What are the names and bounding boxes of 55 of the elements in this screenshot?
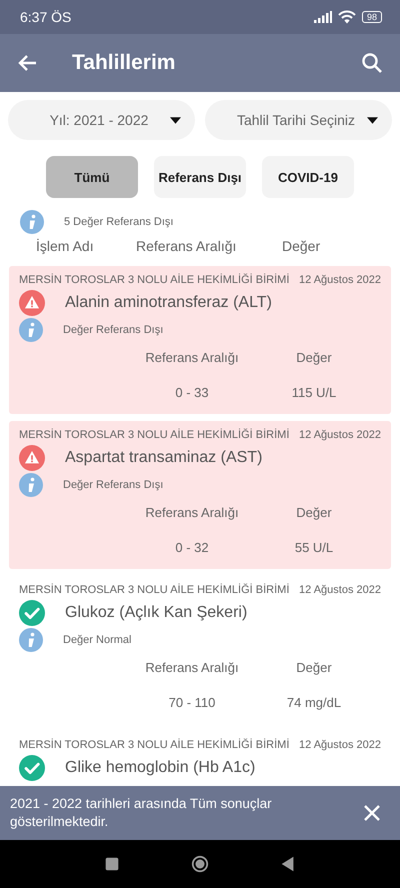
info-icon (19, 473, 43, 497)
info-icon (19, 318, 43, 342)
reference-range: 70 - 110 (168, 695, 216, 710)
result-value: 74 mg/dL (286, 695, 342, 710)
check-icon (19, 600, 45, 626)
dropdown-field[interactable]: Tahlil Tarihi Seçiniz (205, 100, 392, 140)
reference-range: 0 - 32 (174, 540, 210, 555)
result-value: 115 U/L (290, 385, 338, 400)
dropdown-field[interactable]: Yıl: 2021 - 2022 (8, 100, 195, 140)
result-date: 12 Ağustos 2022 (299, 584, 381, 596)
value-label: Değer (295, 350, 333, 365)
signal-icon (314, 11, 332, 23)
wifi-icon (338, 10, 356, 24)
column-header: Değer (282, 238, 320, 254)
result-value: 55 U/L (294, 540, 334, 555)
value-label: Değer (295, 505, 333, 520)
range-label: Referans Aralığı (144, 505, 240, 520)
filter-tab[interactable]: Tümü (46, 156, 138, 198)
status-time: 6:37 ÖS (20, 9, 72, 25)
search-icon[interactable] (360, 51, 384, 75)
facility-name: MERSİN TOROSLAR 3 NOLU AİLE HEKİMLİĞİ BİRİMİ (19, 274, 290, 286)
warning-icon (19, 290, 45, 316)
reference-range: 0 - 33 (174, 385, 210, 400)
recents-icon[interactable] (103, 855, 121, 873)
column-header: Referans Aralığı (136, 238, 238, 254)
facility-name: MERSİN TOROSLAR 3 NOLU AİLE HEKİMLİĞİ BİRİMİ (19, 739, 290, 751)
filter-tab[interactable]: Referans Dışı (154, 156, 246, 198)
info-icon (20, 210, 44, 234)
column-header: İşlem Adı (36, 238, 95, 254)
result-date: 12 Ağustos 2022 (299, 739, 381, 751)
warning-icon (19, 445, 45, 471)
filter-tab[interactable]: COVID-19 (262, 156, 354, 198)
screen-title: Tahlillerim (72, 51, 176, 75)
range-label: Referans Aralığı (144, 660, 240, 675)
home-icon[interactable] (191, 855, 209, 873)
facility-name: MERSİN TOROSLAR 3 NOLU AİLE HEKİMLİĞİ BİRİMİ (19, 584, 290, 596)
info-icon (19, 628, 43, 652)
test-name: Glukoz (Açlık Kan Şekeri) (65, 604, 248, 622)
test-name: Glike hemoglobin (Hb A1c) (65, 759, 256, 777)
facility-name: MERSİN TOROSLAR 3 NOLU AİLE HEKİMLİĞİ BİRİMİ (19, 429, 290, 441)
status-note: Değer Referans Dışı (63, 479, 164, 491)
result-date: 12 Ağustos 2022 (299, 274, 381, 286)
check-icon (19, 755, 45, 781)
range-label: Referans Aralığı (144, 350, 240, 365)
snackbar-message: 2021 - 2022 tarihleri arasında Tüm sonuçlar gösterilmektedir. (10, 795, 273, 831)
summary-text: 5 Değer Referans Dışı (64, 216, 174, 228)
status-note: Değer Normal (63, 634, 132, 646)
test-name: Aspartat transaminaz (AST) (65, 449, 262, 467)
battery-level: 98 (362, 11, 382, 23)
status-note: Değer Referans Dışı (63, 324, 164, 336)
caret-icon (367, 116, 378, 124)
caret-icon (170, 116, 181, 124)
result-date: 12 Ağustos 2022 (299, 429, 381, 441)
value-label: Değer (295, 660, 333, 675)
test-name: Alanin aminotransferaz (ALT) (65, 294, 272, 312)
